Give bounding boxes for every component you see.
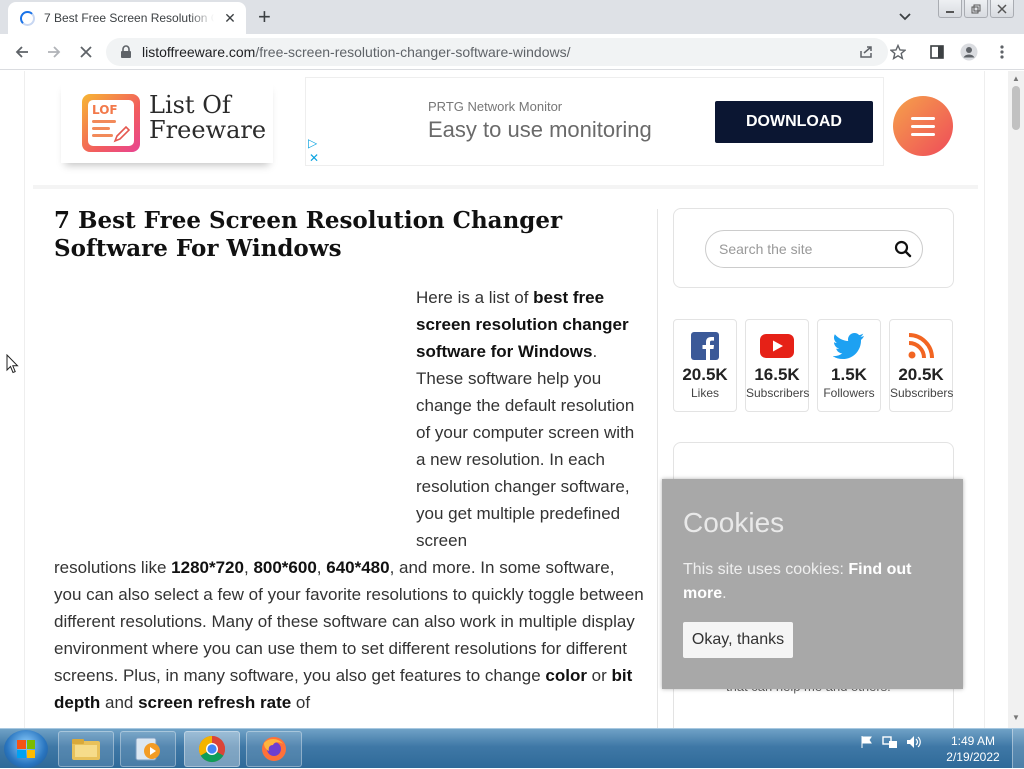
url-text: listoffreeware.com/free-screen-resolutio… <box>142 44 571 60</box>
tab-title: 7 Best Free Screen Resolution Ch <box>44 11 214 25</box>
restore-button[interactable] <box>964 0 988 18</box>
browser-tab[interactable]: 7 Best Free Screen Resolution Ch ✕ <box>8 2 246 34</box>
start-button[interactable] <box>4 730 48 768</box>
scroll-down-arrow-icon[interactable]: ▼ <box>1012 713 1020 722</box>
taskbar-firefox[interactable] <box>246 731 302 767</box>
show-desktop-button[interactable] <box>1012 729 1024 769</box>
social-label: Likes <box>690 386 719 400</box>
social-label: Subscribers <box>746 386 810 400</box>
social-twitter[interactable]: 1.5K Followers <box>817 319 881 412</box>
taskbar-clock[interactable]: 1:49 AM 2/19/2022 <box>938 733 1008 765</box>
social-label: Followers <box>823 386 875 400</box>
window-controls <box>938 0 1014 18</box>
tab-close-icon[interactable]: ✕ <box>222 10 238 27</box>
profile-avatar-icon[interactable] <box>959 42 979 62</box>
social-count: 16.5K <box>754 365 800 384</box>
new-tab-button[interactable]: + <box>258 5 271 29</box>
ad-download-button[interactable]: DOWNLOAD <box>715 101 873 143</box>
twitter-bird-icon <box>818 329 880 363</box>
logo-text: List Of Freeware <box>149 91 267 144</box>
social-facebook[interactable]: 20.5K Likes <box>673 319 737 412</box>
header-divider <box>33 185 978 189</box>
tab-search-chevron-icon[interactable] <box>897 8 913 24</box>
cookie-text: This site uses cookies: Find out more. <box>683 561 912 602</box>
taskbar-explorer[interactable] <box>58 731 114 767</box>
intro-continued: resolutions like 1280*720, 800*600, 640*… <box>54 558 644 712</box>
tab-strip: 7 Best Free Screen Resolution Ch ✕ + <box>0 0 1024 34</box>
rss-feed-icon <box>890 329 952 363</box>
share-icon[interactable] <box>856 42 876 62</box>
cookie-notice: Cookies This site uses cookies: Find out… <box>662 479 963 689</box>
search-icon[interactable] <box>894 240 912 258</box>
social-rss[interactable]: 20.5K Subscribers <box>889 319 953 412</box>
hamburger-menu-button[interactable] <box>893 96 953 156</box>
hamburger-line <box>911 124 935 128</box>
address-bar[interactable]: listoffreeware.com/free-screen-resolutio… <box>106 38 888 66</box>
cookie-accept-button[interactable]: Okay, thanks <box>683 622 793 658</box>
lock-icon[interactable] <box>120 45 132 59</box>
back-arrow-icon[interactable] <box>12 42 32 62</box>
ad-brand: PRTG Network Monitor <box>428 99 563 114</box>
adchoices-icon[interactable]: ▷ <box>308 136 317 150</box>
taskbar-chrome[interactable] <box>184 731 240 767</box>
social-count: 1.5K <box>831 365 867 384</box>
content-sidebar-divider <box>657 209 658 728</box>
facebook-icon <box>674 329 736 363</box>
social-count: 20.5K <box>682 365 728 384</box>
close-window-button[interactable] <box>990 0 1014 18</box>
ad-headline: Easy to use monitoring <box>428 117 652 142</box>
chrome-icon <box>198 735 226 763</box>
clock-time: 1:49 AM <box>950 734 996 748</box>
windows-taskbar: 1:49 AM 2/19/2022 <box>0 728 1024 769</box>
social-count: 20.5K <box>898 365 944 384</box>
sidebar-search-card <box>673 208 954 288</box>
hamburger-line <box>911 132 935 136</box>
side-panel-icon[interactable] <box>927 42 947 62</box>
close-icon <box>997 3 1007 14</box>
social-label: Subscribers <box>890 386 954 400</box>
network-icon[interactable] <box>882 735 898 749</box>
article-intro: Here is a list of best free screen resol… <box>54 284 644 716</box>
windows-logo-icon <box>17 740 35 758</box>
restore-icon <box>971 4 981 13</box>
pencil-icon <box>113 125 131 143</box>
media-player-icon <box>135 737 160 761</box>
article-title: 7 Best Free Screen Resolution Changer So… <box>54 207 563 262</box>
browser-toolbar: listoffreeware.com/free-screen-resolutio… <box>0 34 1024 70</box>
folder-icon <box>72 739 100 760</box>
page-scrollbar[interactable]: ▲ ▼ <box>1008 71 1024 728</box>
clock-date: 2/19/2022 <box>946 750 1000 764</box>
forward-arrow-icon[interactable] <box>44 42 64 62</box>
search-box[interactable] <box>705 230 923 268</box>
loading-spinner-icon <box>20 10 35 26</box>
firefox-icon <box>262 737 286 761</box>
taskbar-media-player[interactable] <box>120 731 176 767</box>
scroll-up-arrow-icon[interactable]: ▲ <box>1012 74 1020 83</box>
social-youtube[interactable]: 16.5K Subscribers <box>745 319 809 412</box>
stop-loading-icon[interactable] <box>76 42 96 62</box>
web-page-viewport: LOF List Of Freeware ▷ ✕ PRTG Network Mo… <box>0 71 1008 728</box>
action-center-flag-icon[interactable] <box>860 735 874 749</box>
browser-menu-icon[interactable] <box>992 42 1012 62</box>
ad-close-icon[interactable]: ✕ <box>309 151 319 165</box>
intro-lead: Here is a list of best free screen resol… <box>416 288 635 550</box>
hamburger-line <box>911 116 935 120</box>
logo-mark-icon: LOF <box>82 94 140 152</box>
minimize-button[interactable] <box>938 0 962 18</box>
search-input[interactable] <box>719 241 884 257</box>
mouse-cursor-icon <box>6 354 19 374</box>
scrollbar-thumb[interactable] <box>1012 86 1020 130</box>
minimize-icon <box>946 10 954 13</box>
site-logo[interactable]: LOF List Of Freeware <box>61 81 273 163</box>
cookie-title: Cookies <box>683 507 785 538</box>
youtube-icon <box>746 329 808 363</box>
system-tray <box>860 735 922 749</box>
volume-icon[interactable] <box>906 735 922 749</box>
ad-banner[interactable]: ▷ ✕ PRTG Network Monitor Easy to use mon… <box>305 77 884 166</box>
bookmark-star-icon[interactable] <box>888 42 908 62</box>
